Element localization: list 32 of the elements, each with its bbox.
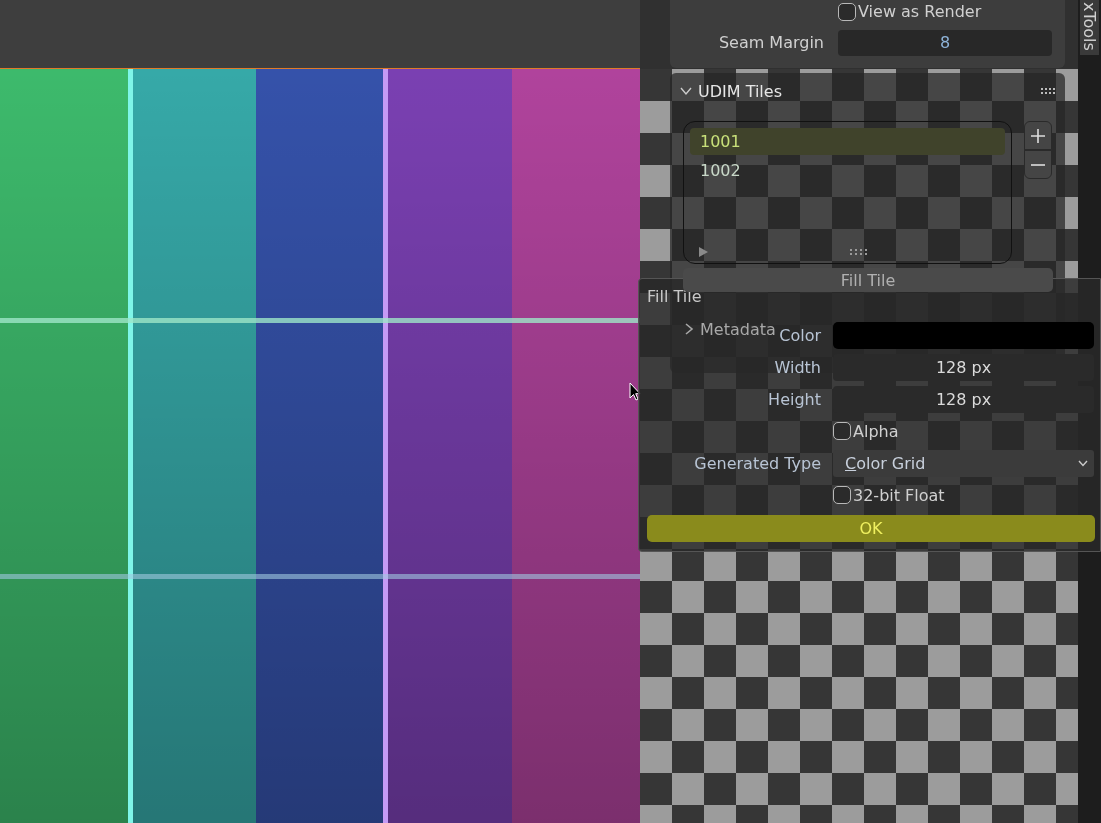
color-swatch[interactable] — [833, 321, 1094, 349]
metadata-header[interactable]: Metadata — [684, 318, 776, 340]
checkbox-label: 32-bit Float — [853, 485, 945, 505]
panel-title: Metadata — [700, 319, 776, 339]
checkbox[interactable] — [838, 2, 856, 21]
tile-list-item[interactable]: 1002 — [690, 157, 1005, 184]
field-label: Generated Type — [694, 453, 821, 473]
mouse-cursor-icon — [629, 382, 641, 401]
field-label: Height — [768, 389, 821, 409]
seam-margin-field[interactable]: 8 — [838, 29, 1052, 56]
number-field[interactable]: 128 px — [833, 385, 1094, 413]
number-field[interactable]: 128 px — [833, 353, 1094, 381]
chevron-down-icon — [1078, 459, 1088, 467]
dropdown[interactable]: Color Grid — [833, 449, 1094, 477]
field-label: Width — [774, 357, 821, 377]
add-tile-button[interactable] — [1024, 121, 1052, 150]
expand-triangle-icon[interactable] — [698, 247, 708, 257]
checkbox-label: View as Render — [858, 2, 982, 21]
checkbox[interactable] — [833, 486, 851, 504]
minus-icon — [1030, 163, 1046, 166]
checkbox[interactable] — [833, 422, 851, 440]
udim-tiles-header[interactable]: UDIM Tiles — [670, 79, 1065, 103]
field-label: Seam Margin — [718, 33, 824, 52]
checkbox-label: Alpha — [853, 421, 899, 441]
sidebar-tab[interactable]: xTools — [1080, 0, 1099, 55]
panel-title: UDIM Tiles — [698, 81, 783, 101]
plus-icon — [1030, 127, 1046, 144]
tile-list-item[interactable]: 1001 — [690, 128, 1005, 155]
field-label: Color — [779, 325, 821, 345]
resize-grip-icon[interactable] — [850, 249, 868, 255]
remove-tile-button[interactable] — [1024, 150, 1052, 179]
drag-grip-icon[interactable] — [1041, 88, 1057, 94]
